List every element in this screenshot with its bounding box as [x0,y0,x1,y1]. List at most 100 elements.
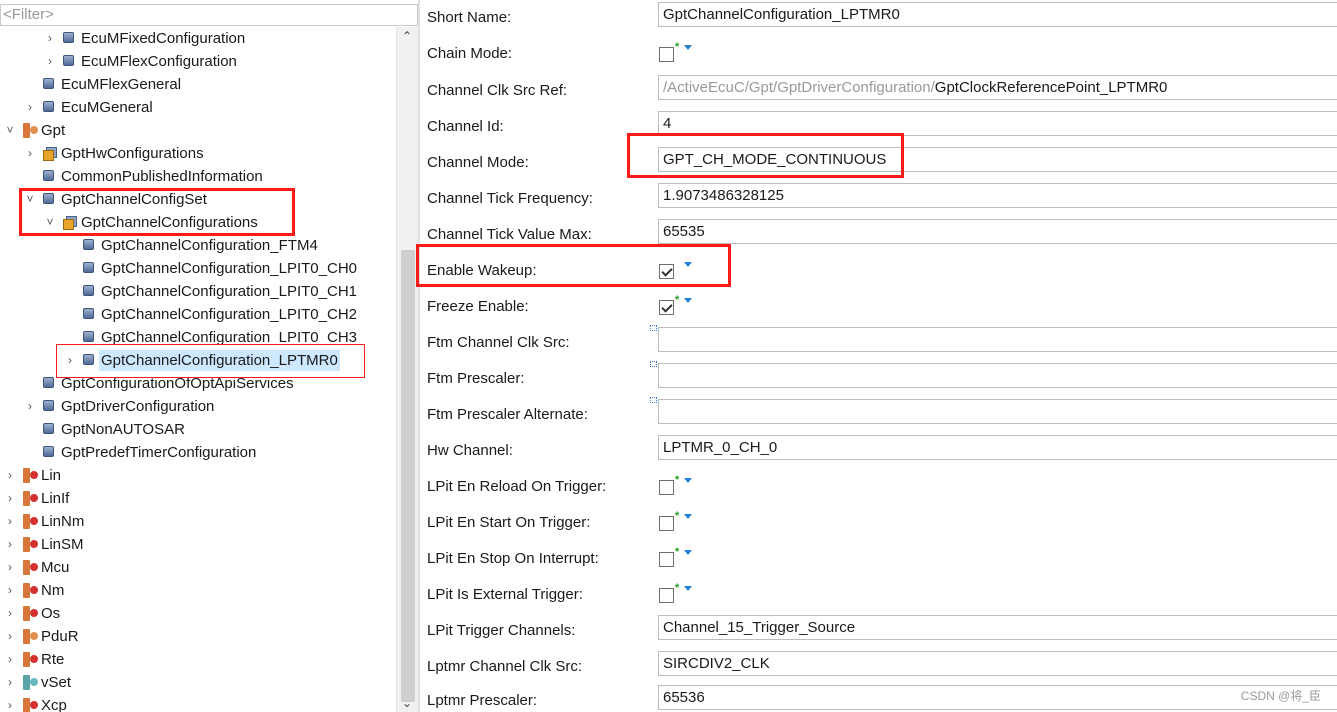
tree-item[interactable]: GptChannelConfiguration_FTM4 [0,234,396,257]
chevron-down-icon[interactable]: ˅ [4,124,16,136]
hw-channel-field[interactable]: LPTMR_0_CH_0 [658,435,1337,460]
chevron-right-icon[interactable]: › [4,584,16,596]
chevron-right-icon[interactable]: › [4,653,16,665]
scroll-down-icon[interactable]: ⌄ [402,696,412,710]
tree-item-label: Lin [41,467,62,484]
scroll-up-icon[interactable]: ⌃ [402,29,412,43]
tick-max-field[interactable]: 65535 [658,219,1337,244]
tree-item[interactable]: GptChannelConfiguration_LPIT0_CH1 [0,280,396,303]
chevron-right-icon[interactable]: › [4,630,16,642]
prop-lptmr-clk-src: Lptmr Channel Clk Src: SIRCDIV2_CLK [420,649,1337,685]
tree-item[interactable]: › Os [0,602,396,625]
tree-item[interactable]: EcuMFlexGeneral [0,73,396,96]
tree-item[interactable]: › Lin [0,464,396,487]
chevron-right-icon[interactable]: › [4,492,16,504]
lpit-external-checkbox[interactable] [659,588,674,603]
ftm-clk-src-field[interactable] [658,327,1337,352]
tree-item[interactable]: GptNonAUTOSAR [0,418,396,441]
lptmr-clk-src-field[interactable]: SIRCDIV2_CLK [658,651,1337,676]
freeze-enable-checkbox[interactable] [659,300,674,315]
chevron-right-icon[interactable]: › [24,400,36,412]
dropdown-caret-icon[interactable] [684,550,692,555]
multi-container-icon [43,147,57,161]
module-icon [23,583,38,598]
chevron-right-icon[interactable]: › [4,561,16,573]
dropdown-caret-icon[interactable] [684,298,692,303]
tree-item[interactable]: GptPredefTimerConfiguration [0,441,396,464]
tree-item[interactable]: › Mcu [0,556,396,579]
ftm-prescaler-alt-field[interactable] [658,399,1337,424]
channel-mode-label: Channel Mode: [427,154,529,171]
tree-item[interactable]: › LinIf [0,487,396,510]
tree-item-label: GptChannelConfiguration_FTM4 [101,237,318,254]
param-container-icon [43,78,54,89]
param-container-icon [63,32,74,43]
tree-item[interactable]: › vSet [0,671,396,694]
prop-lpit-external: LPit Is External Trigger: * [420,577,1337,613]
chevron-right-icon[interactable]: › [44,55,56,67]
lptmr-prescaler-field[interactable]: 65536 [658,685,1337,710]
tick-frequency-field[interactable]: 1.9073486328125 [658,183,1337,208]
default-star-icon: * [675,546,680,558]
tree-item[interactable]: › EcuMFlexConfiguration [0,50,396,73]
lpit-trigger-channels-label: LPit Trigger Channels: [427,622,576,639]
chevron-right-icon[interactable]: › [4,469,16,481]
prop-clk-src-ref: Channel Clk Src Ref: /ActiveEcuC/Gpt/Gpt… [420,73,1337,109]
tree-item[interactable]: GptChannelConfiguration_LPIT0_CH2 [0,303,396,326]
chevron-right-icon[interactable]: › [4,607,16,619]
tree-item-label: EcuMGeneral [61,99,153,116]
short-name-label: Short Name: [427,9,512,26]
dropdown-caret-icon[interactable] [684,514,692,519]
tree-item[interactable]: › LinNm [0,510,396,533]
tree-item[interactable]: › GptHwConfigurations [0,142,396,165]
lpit-stop-checkbox[interactable] [659,552,674,567]
tree-item[interactable]: › GptDriverConfiguration [0,395,396,418]
dropdown-caret-icon[interactable] [684,478,692,483]
tree-item-label: GptDriverConfiguration [61,398,215,415]
chevron-right-icon[interactable]: › [4,676,16,688]
lptmr-clk-src-label: Lptmr Channel Clk Src: [427,658,583,675]
tree-item-label: LinIf [41,490,70,507]
dropdown-caret-icon[interactable] [684,45,692,50]
chevron-right-icon[interactable]: › [24,147,36,159]
clk-src-ref-field[interactable]: /ActiveEcuC/Gpt/GptDriverConfiguration/G… [658,75,1337,100]
lpit-trigger-channels-field[interactable]: Channel_15_Trigger_Source [658,615,1337,640]
tree-item[interactable]: › Rte [0,648,396,671]
param-container-icon [83,285,94,296]
lpit-reload-checkbox[interactable] [659,480,674,495]
chevron-right-icon[interactable]: › [24,101,36,113]
chain-mode-checkbox[interactable] [659,47,674,62]
tree-item[interactable]: GptChannelConfiguration_LPIT0_CH0 [0,257,396,280]
chevron-right-icon[interactable]: › [4,515,16,527]
short-name-field[interactable]: GptChannelConfiguration_LPTMR0 [658,2,1337,27]
lpit-start-checkbox[interactable] [659,516,674,531]
chevron-right-icon[interactable]: › [4,538,16,550]
freeze-enable-label: Freeze Enable: [427,298,529,315]
tree-item-label: CommonPublishedInformation [61,168,263,185]
filter-input[interactable]: <Filter> [0,4,418,26]
chevron-right-icon[interactable]: › [44,32,56,44]
watermark: CSDN @将_臣 [1240,689,1321,703]
tree-item[interactable]: › EcuMGeneral [0,96,396,119]
default-star-icon: * [675,41,680,53]
dropdown-caret-icon[interactable] [684,586,692,591]
module-icon [23,491,38,506]
tree-item[interactable]: ˅ Gpt [0,119,396,142]
tree-scrollbar[interactable]: ⌃ ⌄ [396,27,418,712]
param-container-icon [83,331,94,342]
tree-item[interactable]: › Nm [0,579,396,602]
tree-item[interactable]: › EcuMFixedConfiguration [0,27,396,50]
lpit-reload-label: LPit En Reload On Trigger: [427,478,607,495]
chevron-right-icon[interactable]: › [4,699,16,711]
tree-item[interactable]: › Xcp [0,694,396,712]
default-star-icon: * [675,294,680,306]
tree-item-label: Mcu [41,559,70,576]
ftm-prescaler-field[interactable] [658,363,1337,388]
tree-item[interactable]: › PduR [0,625,396,648]
scrollbar-thumb[interactable] [401,250,415,702]
tree-item[interactable]: CommonPublishedInformation [0,165,396,188]
tree-item[interactable]: › LinSM [0,533,396,556]
tree-item-label: LinNm [41,513,85,530]
tree-item-label: LinSM [41,536,84,553]
lpit-stop-label: LPit En Stop On Interrupt: [427,550,599,567]
